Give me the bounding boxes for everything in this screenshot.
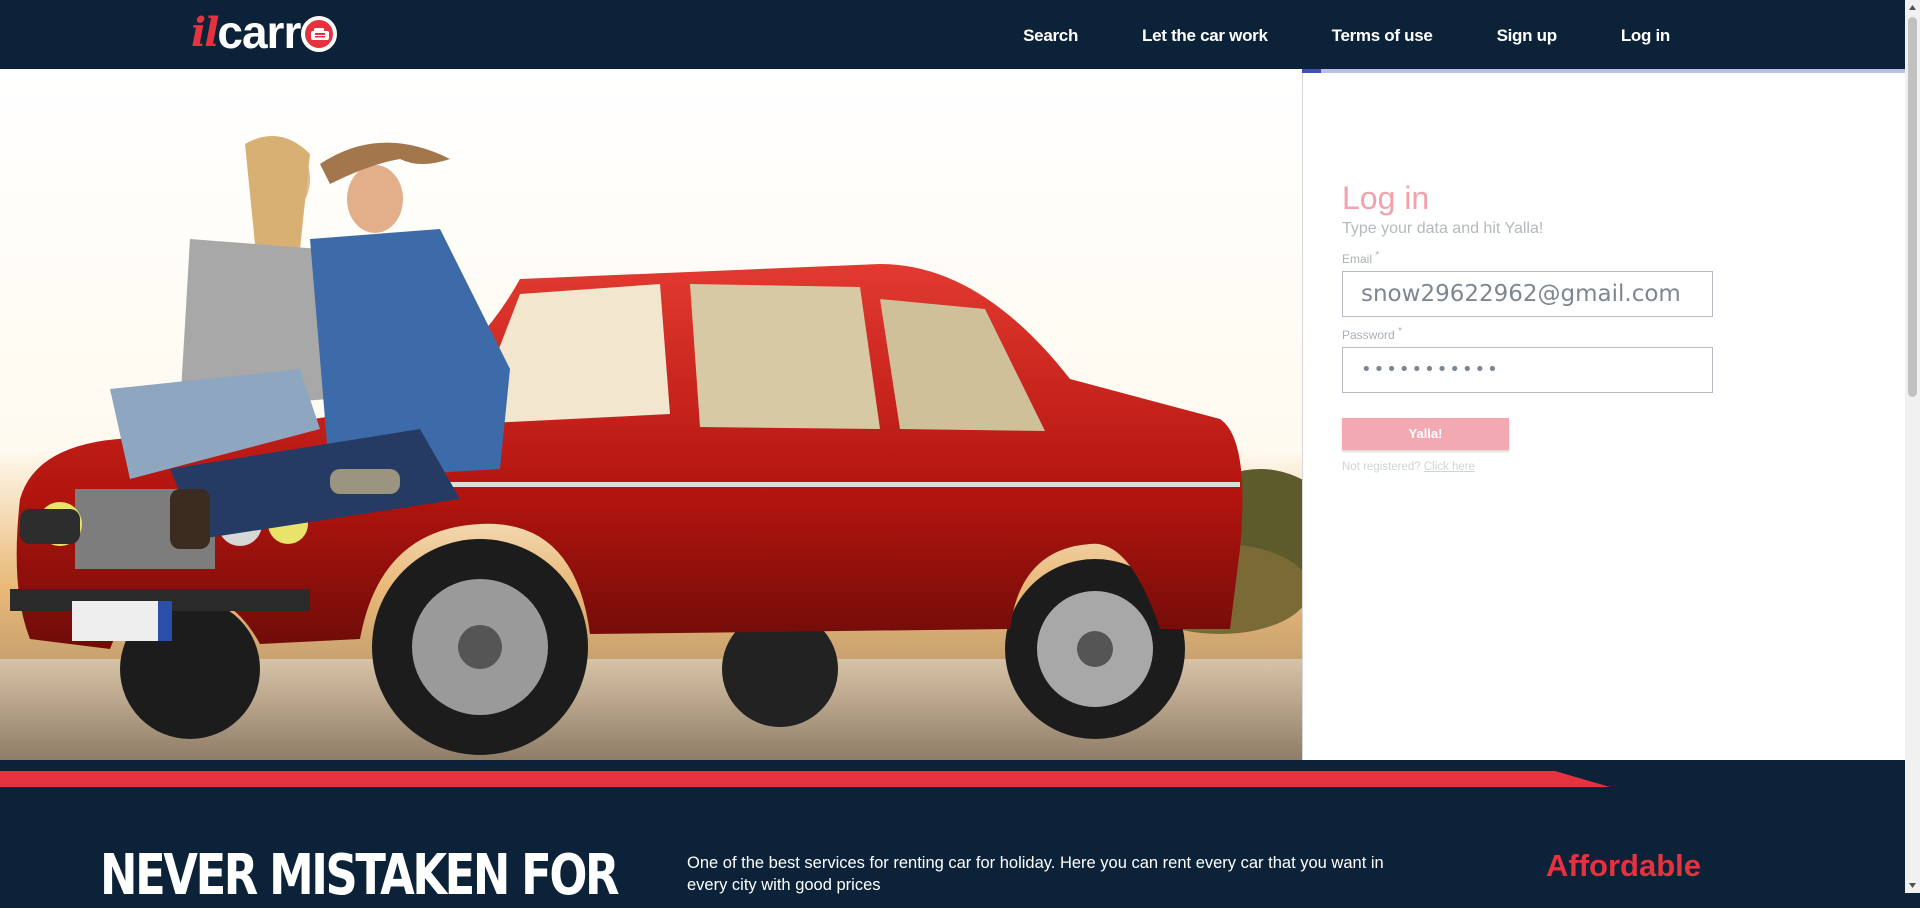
password-label: Password *: [1342, 326, 1402, 342]
email-label-text: Email: [1342, 252, 1373, 266]
login-title: Log in: [1342, 180, 1430, 216]
progress-bar: [1302, 69, 1905, 73]
progress-bar-fill: [1302, 69, 1321, 73]
main-nav: Search Let the car work Terms of use Sig…: [1023, 22, 1670, 50]
scroll-up-arrow-icon[interactable]: [1905, 0, 1920, 15]
email-field[interactable]: snow29622962@gmail.com: [1342, 271, 1713, 317]
scroll-down-arrow-icon[interactable]: [1905, 878, 1920, 893]
click-here-link[interactable]: Click here: [1424, 461, 1475, 473]
car-icon: [301, 16, 338, 52]
page-scrollbar[interactable]: [1905, 0, 1920, 893]
ilcarro-logo[interactable]: il carr: [191, 6, 338, 58]
nav-log-in[interactable]: Log in: [1621, 22, 1670, 50]
scrollbar-thumb[interactable]: [1908, 17, 1917, 397]
login-panel: [1302, 69, 1905, 760]
password-field[interactable]: •••••••••••: [1342, 347, 1713, 393]
red-accent-stripe: [0, 771, 1610, 787]
top-header: il carr Search Let the car work Terms of…: [0, 0, 1905, 69]
email-label: Email *: [1342, 250, 1379, 266]
section-headline: NEVER MISTAKEN FOR: [100, 843, 620, 908]
login-subtitle: Type your data and hit Yalla!: [1342, 220, 1544, 237]
required-mark: *: [1375, 250, 1380, 261]
hero-image: [0, 69, 1302, 760]
service-description: One of the best services for renting car…: [687, 854, 1384, 894]
nav-search[interactable]: Search: [1023, 22, 1078, 50]
feature-title: Affordable: [1546, 848, 1701, 883]
logo-main: carr: [217, 6, 301, 58]
logo-prefix: il: [191, 8, 219, 56]
yalla-submit-button[interactable]: Yalla!: [1342, 418, 1509, 450]
not-registered-text: Not registered? Click here: [1342, 461, 1475, 473]
not-registered-label: Not registered?: [1342, 461, 1421, 473]
password-label-text: Password: [1342, 328, 1395, 342]
nav-sign-up[interactable]: Sign up: [1497, 22, 1558, 50]
nav-terms-of-use[interactable]: Terms of use: [1332, 22, 1433, 50]
car-and-couple-illustration: [0, 69, 1302, 760]
nav-let-the-car-work[interactable]: Let the car work: [1142, 22, 1268, 50]
required-mark: *: [1398, 326, 1402, 337]
